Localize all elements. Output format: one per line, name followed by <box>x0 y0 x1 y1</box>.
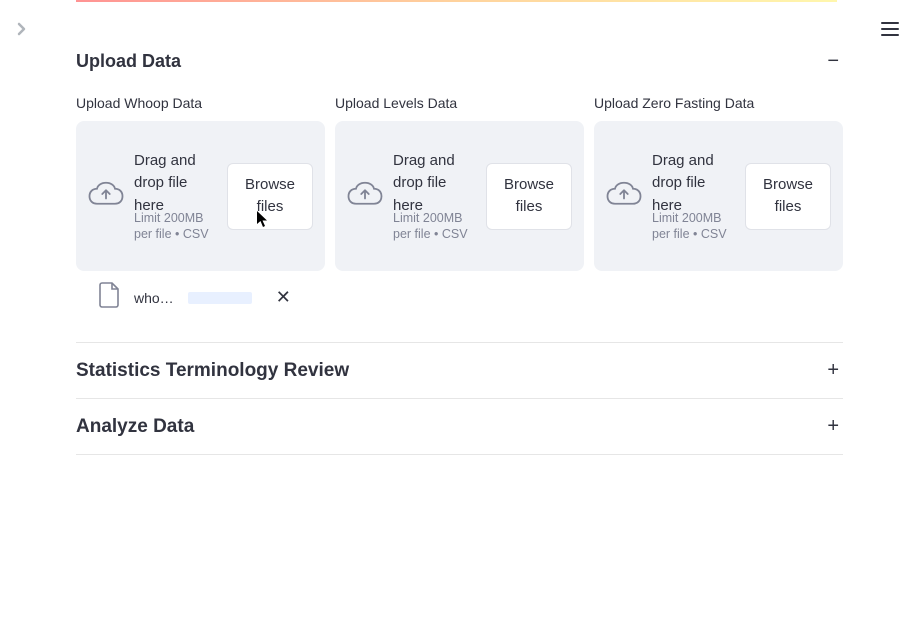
uploader-label: Upload Whoop Data <box>76 95 325 111</box>
section-title: Statistics Terminology Review <box>76 360 349 382</box>
section-stats: Statistics Terminology Review + <box>76 343 843 399</box>
section-title: Upload Data <box>76 51 181 72</box>
top-accent-bar <box>76 0 837 2</box>
uploader-zero: Upload Zero Fasting Data Drag and drop f… <box>594 95 843 314</box>
cloud-upload-icon <box>606 181 642 212</box>
chevron-right-icon <box>17 22 27 36</box>
cloud-upload-icon <box>347 181 383 212</box>
uploaded-file-row: who… ✕ <box>76 271 325 314</box>
drop-limit: Limit 200MB per file • CSV <box>134 211 217 242</box>
file-name: who… <box>134 290 174 306</box>
uploader-label: Upload Levels Data <box>335 95 584 111</box>
sidebar-expand-button[interactable] <box>17 22 27 41</box>
dropzone-zero[interactable]: Drag and drop file here Limit 200MB per … <box>594 121 843 271</box>
drop-instruction: Drag and drop file here <box>652 150 735 218</box>
main-container: Upload Data − Upload Whoop Data <box>0 0 913 455</box>
section-header-analyze[interactable]: Analyze Data + <box>76 399 843 454</box>
dropzone-whoop[interactable]: Drag and drop file here Limit 200MB per … <box>76 121 325 271</box>
browse-button[interactable]: Browse files <box>745 163 831 230</box>
browse-button[interactable]: Browse files <box>486 163 572 230</box>
drop-limit: Limit 200MB per file • CSV <box>652 211 735 242</box>
section-analyze: Analyze Data + <box>76 399 843 455</box>
remove-file-button[interactable]: ✕ <box>272 283 295 312</box>
dropzone-levels[interactable]: Drag and drop file here Limit 200MB per … <box>335 121 584 271</box>
cloud-upload-icon <box>88 181 124 212</box>
section-body-upload: Upload Whoop Data Drag and drop file her… <box>76 89 843 342</box>
section-title: Analyze Data <box>76 416 194 438</box>
uploader-levels: Upload Levels Data Drag and drop file he… <box>335 95 584 314</box>
section-upload: Upload Data − Upload Whoop Data <box>76 34 843 343</box>
file-size-placeholder <box>188 292 252 304</box>
expand-icon: + <box>827 359 843 382</box>
section-header-stats[interactable]: Statistics Terminology Review + <box>76 343 843 398</box>
uploader-label: Upload Zero Fasting Data <box>594 95 843 111</box>
main-menu-button[interactable] <box>881 22 899 36</box>
drop-limit: Limit 200MB per file • CSV <box>393 211 476 242</box>
browse-button[interactable]: Browse files <box>227 163 313 230</box>
collapse-icon: − <box>827 50 843 73</box>
section-header-upload[interactable]: Upload Data − <box>76 34 843 89</box>
drop-instruction: Drag and drop file here <box>393 150 476 218</box>
drop-instruction: Drag and drop file here <box>134 150 217 218</box>
expand-icon: + <box>827 415 843 438</box>
file-icon <box>98 281 120 314</box>
uploader-whoop: Upload Whoop Data Drag and drop file her… <box>76 95 325 314</box>
